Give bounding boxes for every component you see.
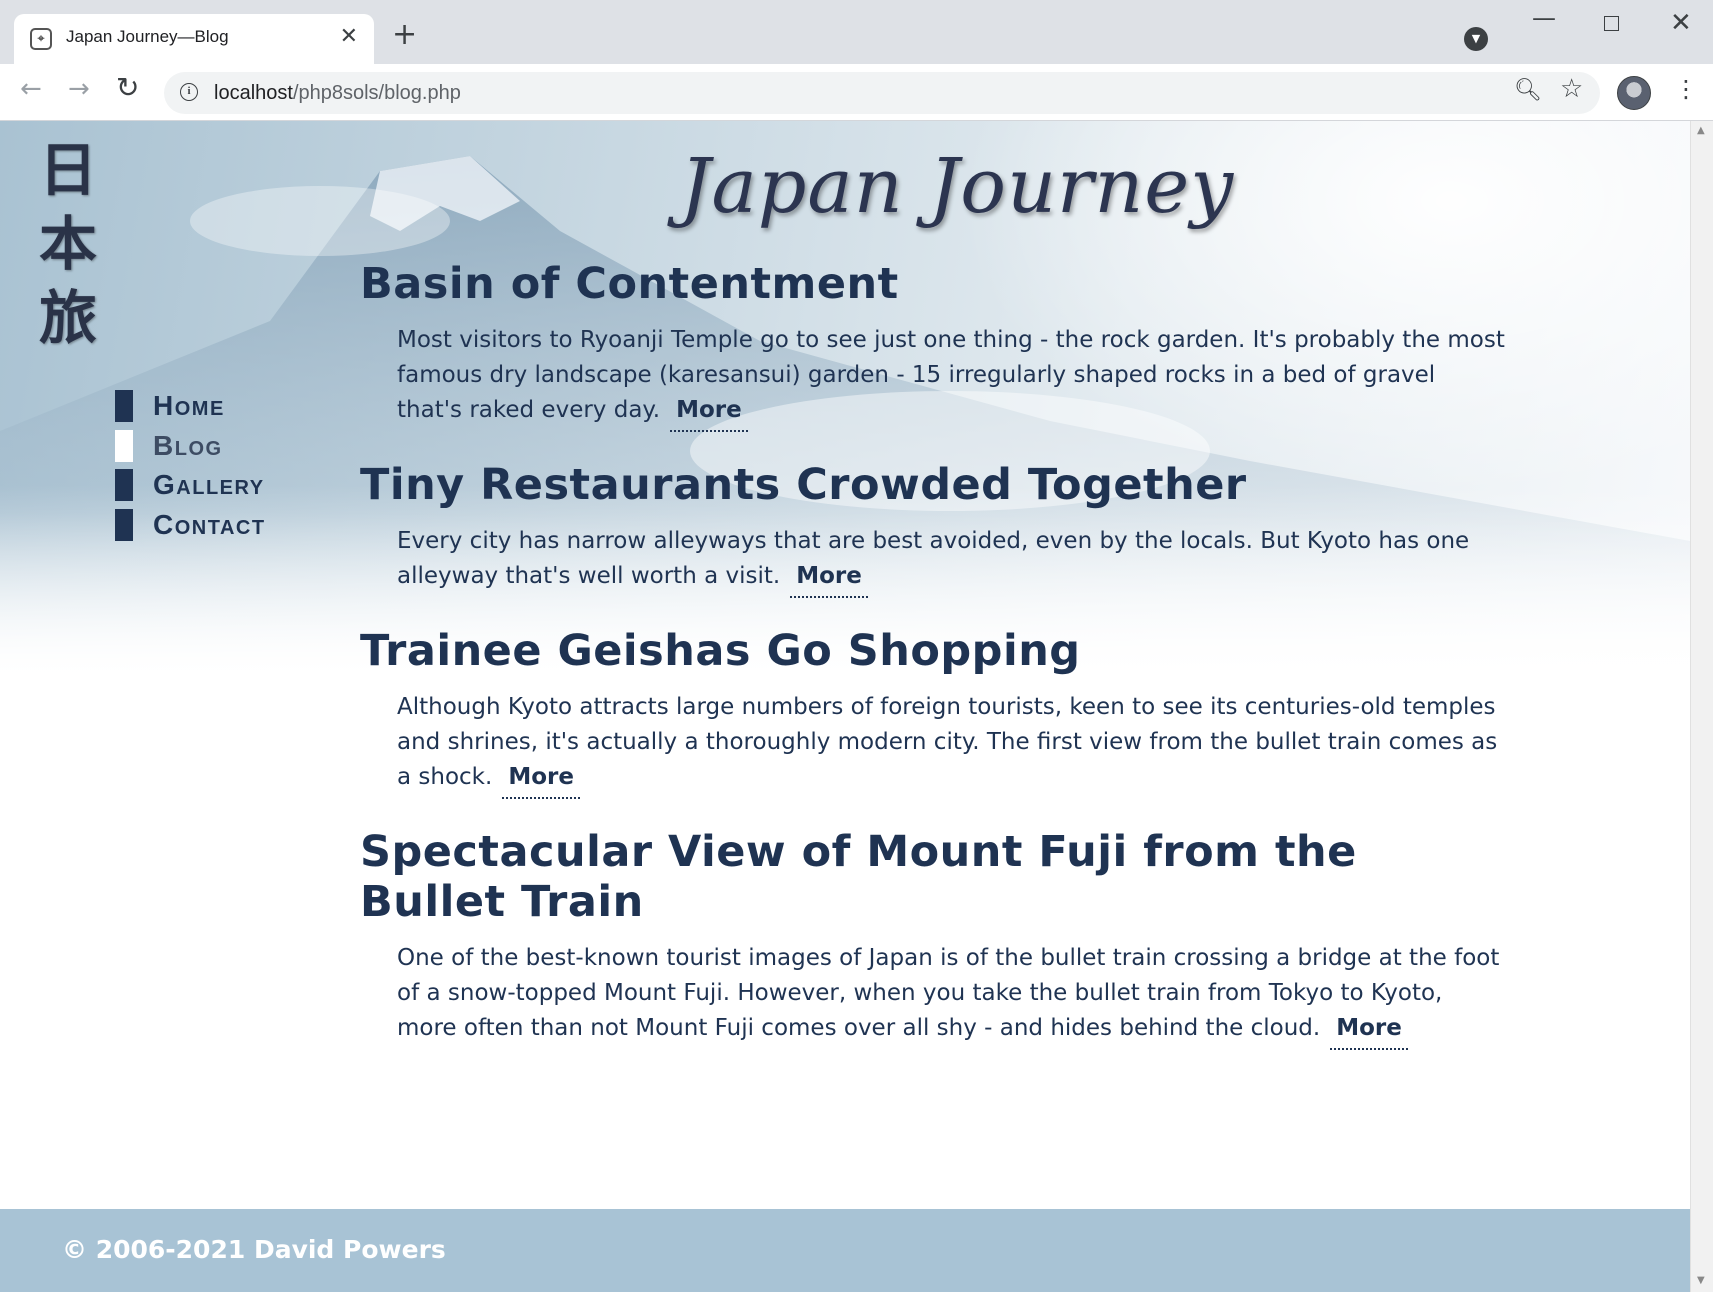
blog-post: Trainee Geishas Go Shopping Although Kyo… <box>360 626 1500 799</box>
blog-post: Spectacular View of Mount Fuji from the … <box>360 827 1500 1050</box>
post-title: Spectacular View of Mount Fuji from the … <box>360 827 1357 927</box>
forward-arrow-icon[interactable]: → <box>68 74 90 104</box>
more-link[interactable]: More <box>670 393 748 432</box>
nav-item-label: Blog <box>153 429 223 461</box>
maximize-icon[interactable] <box>1604 16 1619 31</box>
nav-marker <box>115 508 133 541</box>
blog-post: Basin of Contentment Most visitors to Ry… <box>360 259 1505 432</box>
tab-search-icon[interactable]: ▼ <box>1464 27 1488 51</box>
address-bar[interactable]: i localhost/php8sols/blog.php <box>164 72 1600 114</box>
site-footer: © 2006-2021 David Powers <box>0 1209 1690 1292</box>
browser-toolbar: ← → ↻ i localhost/php8sols/blog.php <box>0 64 1713 121</box>
browser-tabstrip: ⌖ Japan Journey—Blog ✕ + ▼ — ✕ <box>0 0 1713 64</box>
zoom-icon[interactable]: 🔍︎ <box>1514 78 1542 103</box>
post-title: Basin of Contentment <box>360 259 899 309</box>
post-title: Trainee Geishas Go Shopping <box>360 626 1081 676</box>
favicon-icon: ⌖ <box>30 28 52 50</box>
nav-marker <box>115 390 133 422</box>
more-link[interactable]: More <box>790 559 868 598</box>
url-text[interactable]: localhost/php8sols/blog.php <box>214 82 461 105</box>
back-arrow-icon[interactable]: ← <box>20 74 42 104</box>
post-excerpt: Although Kyoto attracts large numbers of… <box>397 690 1507 799</box>
info-icon[interactable]: i <box>180 83 198 101</box>
main-nav: Home Blog Gallery Contact <box>115 387 266 545</box>
post-excerpt: One of the best-known tourist images of … <box>397 941 1507 1050</box>
nav-item-contact[interactable]: Contact <box>115 506 266 544</box>
scroll-down-icon[interactable]: ▼ <box>1697 1275 1705 1286</box>
bookmark-star-icon[interactable]: ☆ <box>1560 74 1583 104</box>
more-link[interactable]: More <box>1330 1011 1408 1050</box>
close-tab-icon[interactable]: ✕ <box>340 24 358 49</box>
vertical-scrollbar[interactable]: ▲ ▼ <box>1690 121 1713 1292</box>
kanji-logo: 日 本 旅 <box>28 133 108 355</box>
kanji-char: 旅 <box>38 284 97 352</box>
nav-marker <box>115 429 133 462</box>
tab-title: Japan Journey—Blog <box>66 27 229 46</box>
browser-tab[interactable]: ⌖ Japan Journey—Blog ✕ <box>14 14 374 64</box>
close-window-icon[interactable]: ✕ <box>1670 8 1692 38</box>
nav-item-home[interactable]: Home <box>115 387 266 425</box>
profile-avatar[interactable] <box>1617 76 1651 110</box>
nav-item-blog[interactable]: Blog <box>115 427 266 465</box>
kanji-char: 日 <box>38 136 97 204</box>
page-viewport: 日 本 旅 Japan Journey Home Blog Gallery Co… <box>0 121 1690 1292</box>
nav-item-label: Gallery <box>153 469 265 500</box>
minimize-icon[interactable]: — <box>1532 4 1556 32</box>
post-excerpt: Most visitors to Ryoanji Temple go to se… <box>397 323 1507 432</box>
reload-icon[interactable]: ↻ <box>116 71 139 104</box>
scroll-up-icon[interactable]: ▲ <box>1697 125 1705 136</box>
post-excerpt: Every city has narrow alleyways that are… <box>397 524 1507 598</box>
more-link[interactable]: More <box>502 760 580 799</box>
kebab-menu-icon[interactable]: ⋮ <box>1674 76 1698 102</box>
blog-content: Basin of Contentment Most visitors to Ry… <box>360 259 1505 1078</box>
post-title: Tiny Restaurants Crowded Together <box>360 460 1247 510</box>
kanji-char: 本 <box>38 210 97 278</box>
nav-item-gallery[interactable]: Gallery <box>115 466 266 504</box>
nav-item-label: Home <box>153 390 225 421</box>
copyright-text: © 2006-2021 David Powers <box>62 1235 446 1264</box>
nav-marker <box>115 469 133 501</box>
site-title: Japan Journey <box>680 141 1235 230</box>
new-tab-icon[interactable]: + <box>392 20 417 50</box>
blog-post: Tiny Restaurants Crowded Together Every … <box>360 460 1500 598</box>
nav-item-label: Contact <box>153 508 266 540</box>
